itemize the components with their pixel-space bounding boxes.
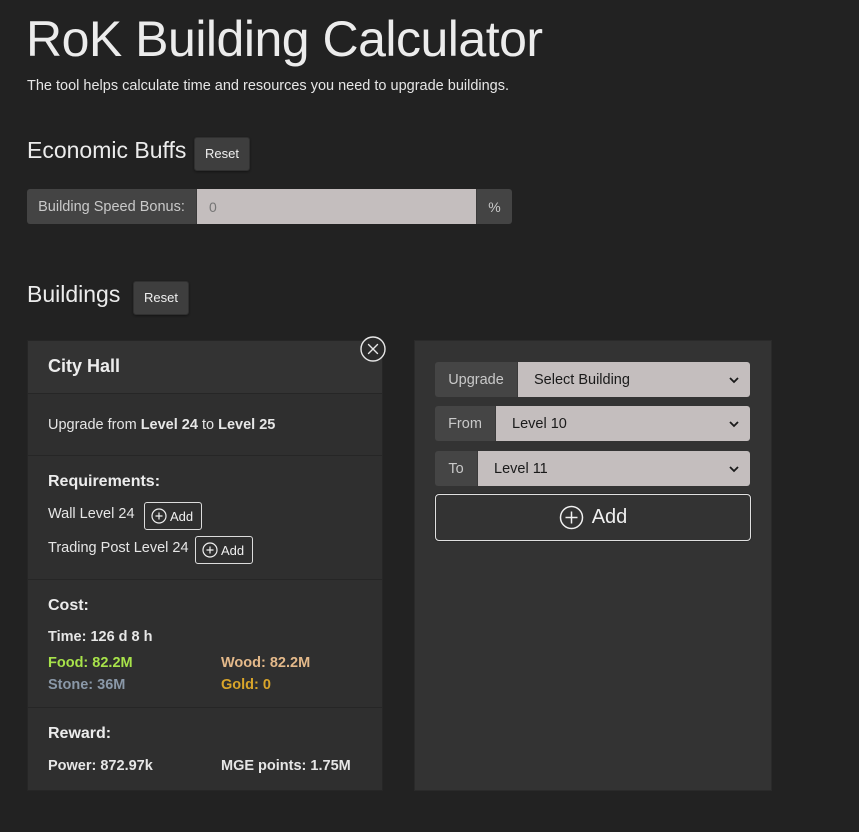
page-title: RoK Building Calculator (26, 11, 543, 67)
economic-buffs-reset-button[interactable]: Reset (194, 137, 250, 171)
to-select-group: To Level 11 (435, 451, 750, 486)
reward-mge-points: MGE points: 1.75M (221, 758, 351, 774)
economic-buffs-heading: Economic Buffs (27, 137, 187, 163)
requirement-wall-label: Wall Level 24 (48, 506, 135, 522)
add-building-label: Add (591, 506, 628, 528)
to-level-select[interactable]: Level 11 (478, 451, 750, 486)
page: RoK Building Calculator The tool helps c… (0, 0, 859, 832)
cost-stone: Stone: 36M (48, 677, 126, 693)
chevron-down-icon (729, 465, 739, 472)
chevron-down-icon (729, 420, 739, 427)
add-trading-post-requirement-button[interactable]: Add (195, 536, 254, 564)
upgrade-label: Upgrade (435, 362, 518, 397)
building-select[interactable]: Select Building (518, 362, 750, 397)
add-label: Add (170, 508, 194, 524)
requirement-trading-post-label: Trading Post Level 24 (48, 540, 189, 556)
plus-circle-icon (202, 542, 218, 558)
reward-title: Reward: (48, 725, 112, 742)
building-card: City Hall Upgrade from Level 24 to Level… (27, 340, 383, 791)
add-building-button[interactable]: Add (435, 494, 751, 541)
plus-circle-icon (151, 508, 167, 524)
close-icon[interactable] (360, 336, 386, 362)
reward-section: Reward: Power: 872.97k MGE points: 1.75M (28, 707, 382, 791)
from-label: From (435, 406, 496, 441)
buildings-heading: Buildings (27, 281, 121, 307)
requirements-title: Requirements: (48, 473, 161, 490)
to-level-select-value: Level 11 (494, 460, 548, 477)
card-header: City Hall (28, 341, 382, 393)
from-level-select[interactable]: Level 10 (496, 406, 750, 441)
building-select-value: Select Building (534, 371, 630, 388)
building-speed-input[interactable] (197, 189, 476, 224)
upgrade-prefix: Upgrade from (48, 417, 137, 433)
to-label: To (435, 451, 478, 486)
cost-time: Time: 126 d 8 h (48, 629, 153, 645)
cost-food: Food: 82.2M (48, 655, 133, 671)
from-level: Level 24 (140, 417, 198, 433)
cost-gold: Gold: 0 (221, 677, 271, 693)
percent-unit: % (476, 189, 512, 224)
buildings-reset-button[interactable]: Reset (133, 281, 189, 315)
to-level: Level 25 (218, 417, 276, 433)
from-select-group: From Level 10 (435, 406, 750, 441)
cost-title: Cost: (48, 597, 89, 614)
chevron-down-icon (729, 376, 739, 383)
cost-section: Cost: Time: 126 d 8 h Food: 82.2M Wood: … (28, 579, 382, 708)
page-subtitle: The tool helps calculate time and resour… (27, 78, 510, 94)
upgrade-section: Upgrade from Level 24 to Level 25 (28, 393, 382, 456)
add-label: Add (221, 542, 245, 558)
reward-power: Power: 872.97k (48, 758, 153, 774)
cost-wood: Wood: 82.2M (221, 655, 311, 671)
upgrade-text: Upgrade from Level 24 to Level 25 (48, 417, 275, 433)
building-speed-group: Building Speed Bonus: % (27, 189, 512, 224)
from-level-select-value: Level 10 (512, 415, 567, 432)
plus-circle-icon (559, 505, 583, 530)
card-title: City Hall (48, 356, 121, 376)
add-wall-requirement-button[interactable]: Add (144, 502, 203, 530)
to-word: to (201, 417, 215, 433)
upgrade-select-group: Upgrade Select Building (435, 362, 750, 397)
requirements-section: Requirements: Wall Level 24 Add Trading … (28, 455, 382, 580)
building-speed-label: Building Speed Bonus: (27, 189, 197, 224)
